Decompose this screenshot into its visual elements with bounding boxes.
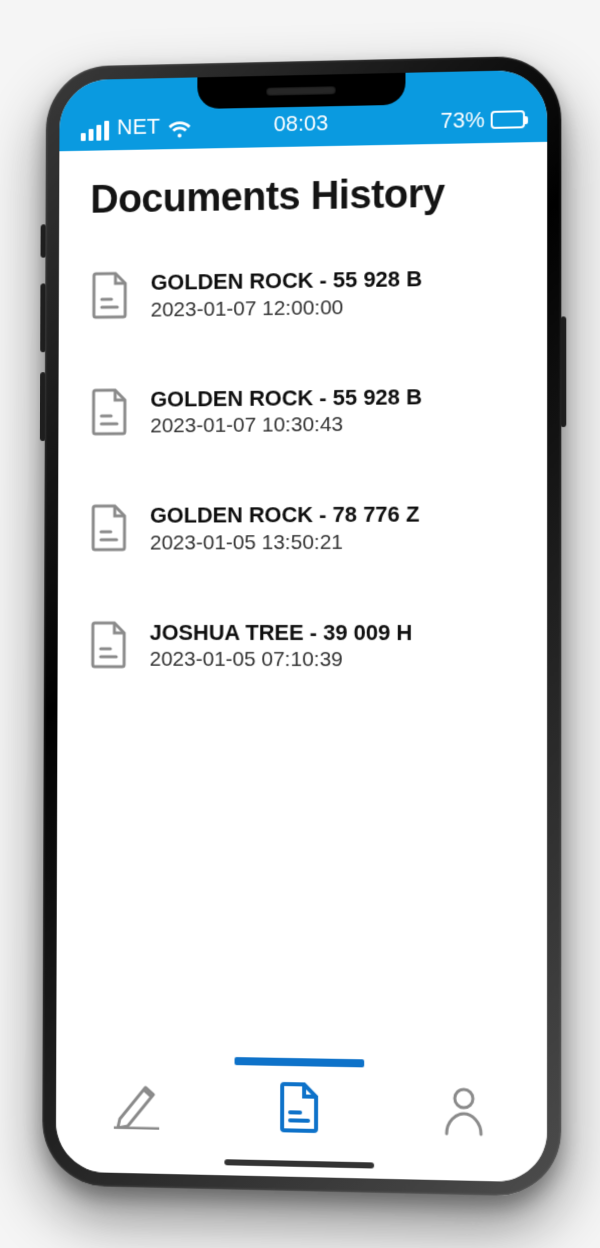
document-title: GOLDEN ROCK - 78 776 Z [150, 501, 419, 530]
phone-bezel: NET 08:03 73% Documents His [42, 55, 561, 1197]
phone-device-frame: NET 08:03 73% Documents His [42, 55, 561, 1197]
nav-indicator [235, 1057, 365, 1067]
document-text: JOSHUA TREE - 39 009 H 2023-01-05 07:10:… [150, 618, 413, 672]
document-title: GOLDEN ROCK - 55 928 B [151, 265, 422, 296]
document-text: GOLDEN ROCK - 55 928 B 2023-01-07 10:30:… [150, 383, 422, 439]
document-text: GOLDEN ROCK - 78 776 Z 2023-01-05 13:50:… [150, 501, 419, 555]
document-row[interactable]: GOLDEN ROCK - 55 928 B 2023-01-07 12:00:… [90, 264, 515, 323]
document-icon [89, 504, 128, 552]
page-title: Documents History [90, 171, 515, 223]
carrier-label: NET [117, 114, 160, 141]
wifi-icon [168, 119, 192, 139]
document-icon [90, 388, 129, 436]
document-icon [90, 271, 129, 319]
document-row[interactable]: GOLDEN ROCK - 78 776 Z 2023-01-05 13:50:… [89, 500, 515, 555]
document-timestamp: 2023-01-07 10:30:43 [150, 412, 422, 438]
document-text: GOLDEN ROCK - 55 928 B 2023-01-07 12:00:… [151, 265, 423, 322]
battery-percentage: 73% [440, 107, 484, 134]
document-icon [89, 621, 128, 669]
status-right-cluster: 73% [440, 106, 525, 134]
nav-indicator [398, 1060, 529, 1070]
device-notch [197, 73, 405, 109]
document-title: JOSHUA TREE - 39 009 H [150, 618, 413, 646]
document-row[interactable]: JOSHUA TREE - 39 009 H 2023-01-05 07:10:… [89, 618, 515, 672]
nav-indicator [73, 1054, 201, 1064]
person-icon [441, 1085, 488, 1137]
bottom-nav [56, 1042, 547, 1183]
nav-tab-profile[interactable] [381, 1060, 547, 1138]
content-area: Documents History GOLDEN ROCK - 55 928 B… [56, 142, 547, 1051]
nav-tab-compose[interactable] [56, 1054, 218, 1131]
home-indicator[interactable] [224, 1159, 374, 1168]
document-timestamp: 2023-01-05 13:50:21 [150, 530, 419, 555]
document-row[interactable]: GOLDEN ROCK - 55 928 B 2023-01-07 10:30:… [90, 382, 515, 439]
documents-list: GOLDEN ROCK - 55 928 B 2023-01-07 12:00:… [89, 264, 515, 673]
document-title: GOLDEN ROCK - 55 928 B [150, 383, 422, 413]
document-icon [276, 1082, 322, 1133]
nav-tab-documents[interactable] [218, 1057, 382, 1135]
status-time: 08:03 [274, 110, 329, 137]
battery-icon [491, 110, 525, 129]
cellular-signal-icon [81, 121, 109, 141]
document-timestamp: 2023-01-07 12:00:00 [151, 295, 423, 322]
screen: NET 08:03 73% Documents His [56, 70, 547, 1183]
status-left-cluster: NET [81, 113, 192, 141]
device-speaker-grille [266, 86, 335, 95]
document-timestamp: 2023-01-05 07:10:39 [150, 648, 413, 672]
pencil-icon [114, 1079, 159, 1130]
